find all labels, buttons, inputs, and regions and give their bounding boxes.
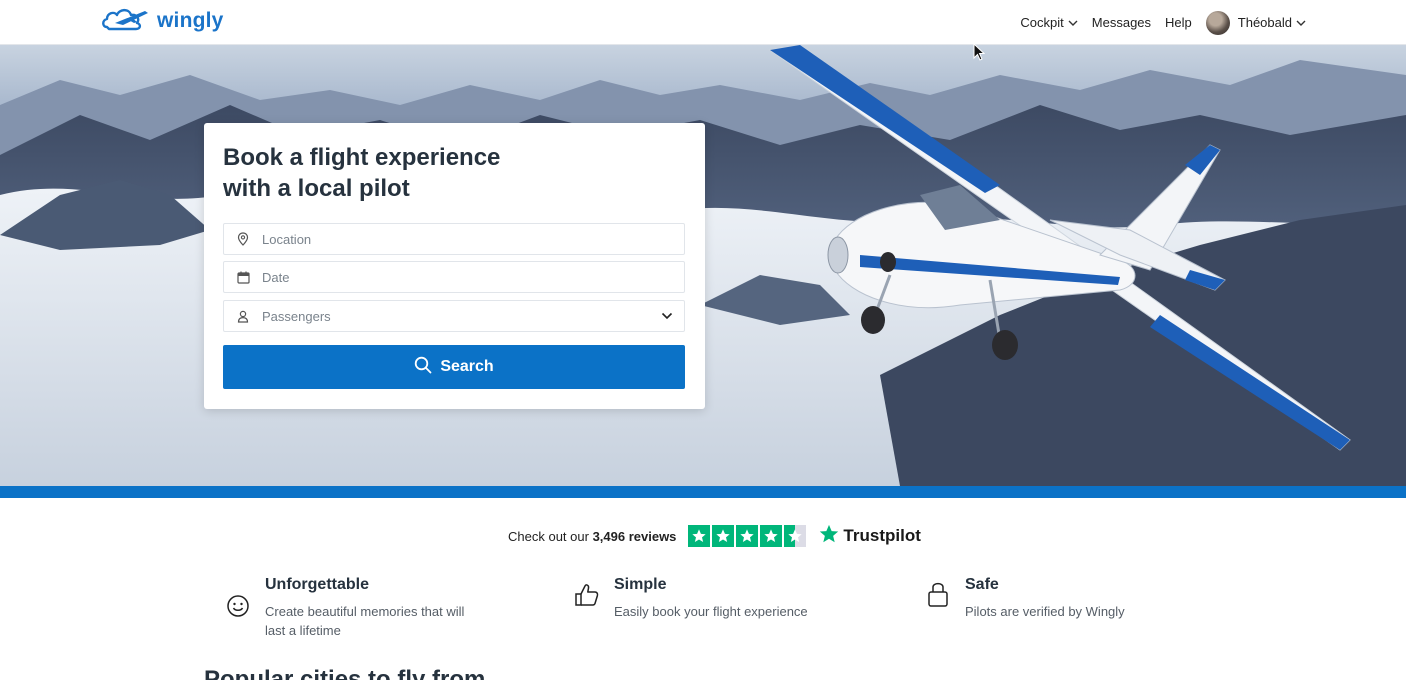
hero-accent-bar (0, 486, 1406, 498)
reviews-prefix: Check out our (508, 528, 589, 544)
passengers-placeholder: Passengers (262, 308, 331, 324)
feature-safe: Safe Pilots are verified by Wingly (925, 576, 1175, 621)
search-button-label: Search (440, 358, 494, 375)
reviews-text: Check out our 3,496 reviews (508, 529, 676, 544)
booking-card: Book a flight experience with a local pi… (204, 123, 705, 409)
mouse-cursor-icon (973, 42, 986, 66)
date-placeholder: Date (262, 269, 290, 285)
lock-icon (925, 576, 951, 621)
search-button[interactable]: Search (223, 345, 685, 389)
star-icon (712, 525, 735, 547)
feature-title: Simple (614, 576, 667, 593)
search-icon (414, 356, 432, 379)
feature-title: Safe (965, 576, 999, 593)
nav-messages-label: Messages (1091, 15, 1152, 30)
star-icon (688, 525, 711, 547)
reviews-count: 3,496 reviews (592, 528, 677, 544)
location-input[interactable]: Location (223, 223, 685, 255)
nav-messages[interactable]: Messages (1092, 15, 1151, 30)
wingly-logo[interactable]: wingly (101, 6, 224, 36)
brand-name: wingly (157, 9, 224, 32)
half-star-icon (784, 525, 807, 547)
calendar-icon (224, 271, 262, 284)
passengers-select[interactable]: Passengers (223, 300, 685, 332)
rating-stars (688, 525, 807, 547)
main-nav: Cockpit Messages Help Théobald (1020, 0, 1306, 45)
chevron-down-icon (650, 312, 684, 320)
nav-help[interactable]: Help (1165, 15, 1192, 30)
trustpilot-star-icon (818, 523, 840, 550)
thumbs-up-icon (574, 576, 600, 621)
feature-unforgettable: Unforgettable Create beautiful memories … (225, 576, 475, 640)
feature-description: Create beautiful memories that will last… (265, 604, 465, 638)
trustpilot-reviews[interactable]: Check out our 3,496 reviews Trustpilot (508, 523, 921, 549)
chevron-down-icon (1296, 15, 1306, 30)
nav-cockpit[interactable]: Cockpit (1020, 15, 1078, 30)
star-icon (736, 525, 759, 547)
star-icon (760, 525, 783, 547)
date-input[interactable]: Date (223, 261, 685, 293)
top-navigation-bar: wingly Cockpit Messages Help Théobald (0, 0, 1406, 45)
feature-description: Pilots are verified by Wingly (965, 604, 1125, 619)
cloud-plane-logo-icon (101, 5, 151, 38)
chevron-down-icon (1068, 15, 1078, 30)
avatar (1205, 10, 1230, 35)
location-pin-icon (224, 232, 262, 246)
user-menu[interactable]: Théobald (1205, 10, 1306, 35)
user-name: Théobald (1237, 15, 1292, 30)
popular-cities-heading: Popular cities to fly from (204, 666, 486, 680)
trustpilot-name: Trustpilot (843, 526, 921, 545)
booking-title-line-2: with a local pilot (223, 175, 410, 202)
booking-title: Book a flight experience with a local pi… (223, 142, 683, 204)
location-placeholder: Location (262, 231, 312, 247)
nav-help-label: Help (1165, 15, 1192, 30)
smiley-icon (225, 576, 251, 640)
feature-title: Unforgettable (265, 576, 369, 593)
trustpilot-logo: Trustpilot (818, 523, 921, 550)
feature-simple: Simple Easily book your flight experienc… (574, 576, 824, 621)
booking-title-line-1: Book a flight experience (223, 144, 501, 171)
nav-cockpit-label: Cockpit (1020, 15, 1064, 30)
feature-description: Easily book your flight experience (614, 604, 808, 619)
person-icon (224, 310, 262, 323)
